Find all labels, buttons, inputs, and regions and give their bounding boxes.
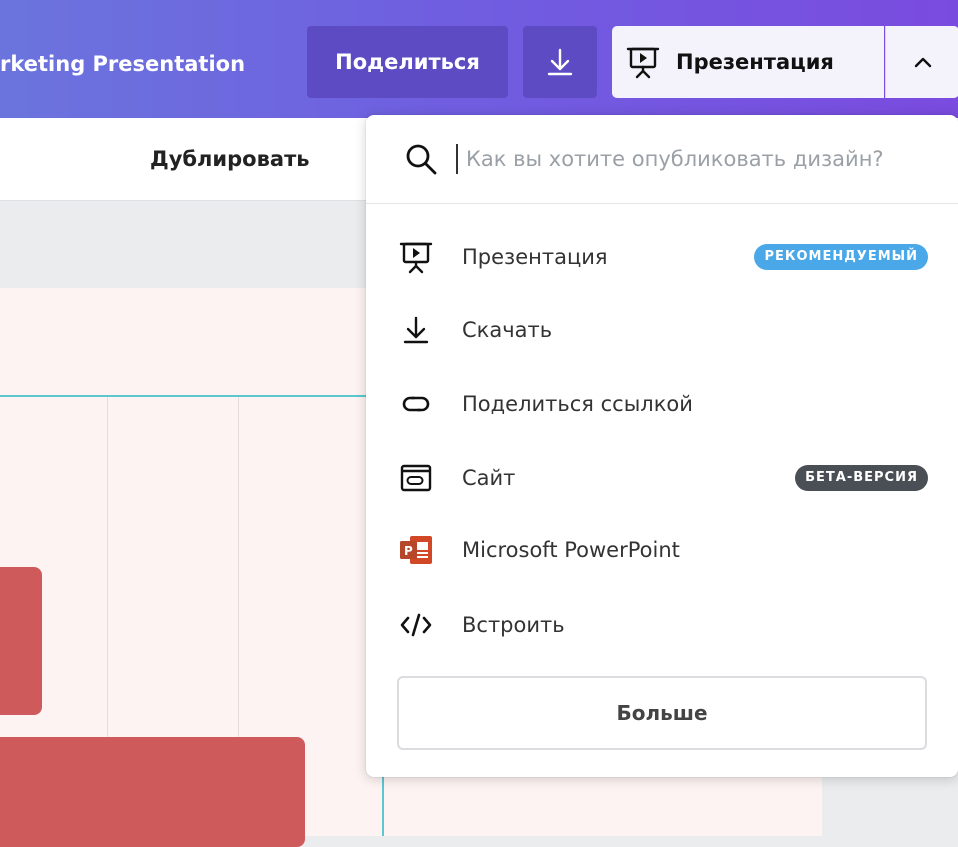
publish-search [366,115,958,204]
text-caret [456,144,458,174]
more-button-label: Больше [616,701,708,725]
share-button-label: Поделиться [335,50,480,74]
chevron-up-icon [914,57,931,68]
menu-item-label: Презентация [462,245,608,269]
present-button-label: Презентация [676,50,834,74]
svg-text:P: P [404,544,413,558]
publish-search-input[interactable] [464,146,930,172]
search-icon [406,144,437,175]
slide-shape[interactable] [0,567,42,715]
menu-item-label: Поделиться ссылкой [462,392,693,416]
top-bar: rketing Presentation Поделиться Презента… [0,0,958,118]
presentation-icon [626,47,660,79]
embed-code-icon [396,605,436,645]
download-button[interactable] [523,26,597,98]
guide-line-horizontal [0,395,382,397]
download-icon [396,310,436,350]
duplicate-button[interactable]: Дублировать [150,118,310,200]
share-button[interactable]: Поделиться [307,26,508,98]
menu-item-label: Сайт [462,466,516,490]
recommended-badge: РЕКОМЕНДУЕМЫЙ [754,244,928,270]
download-icon [547,48,573,76]
menu-item-download[interactable]: Скачать [366,300,958,360]
menu-item-label: Microsoft PowerPoint [462,538,680,562]
website-icon [396,458,436,498]
beta-badge: БЕТА-ВЕРСИЯ [795,465,928,491]
menu-item-website[interactable]: Сайт БЕТА-ВЕРСИЯ [366,448,958,508]
menu-item-powerpoint[interactable]: P Microsoft PowerPoint [366,520,958,580]
present-options-toggle[interactable] [885,26,958,98]
publish-dropdown: Презентация РЕКОМЕНДУЕМЫЙ Скачать Подели… [366,115,958,777]
link-icon [396,384,436,424]
presentation-icon [396,237,436,277]
menu-item-label: Скачать [462,318,553,342]
slide-shape[interactable] [0,737,305,847]
menu-item-presentation[interactable]: Презентация РЕКОМЕНДУЕМЫЙ [366,227,958,287]
menu-item-label: Встроить [462,613,565,637]
menu-item-embed[interactable]: Встроить [366,595,958,655]
menu-item-share-link[interactable]: Поделиться ссылкой [366,374,958,434]
present-button[interactable]: Презентация [612,26,884,98]
document-title[interactable]: rketing Presentation [0,44,300,84]
more-button[interactable]: Больше [397,676,927,750]
powerpoint-icon: P [396,530,436,570]
